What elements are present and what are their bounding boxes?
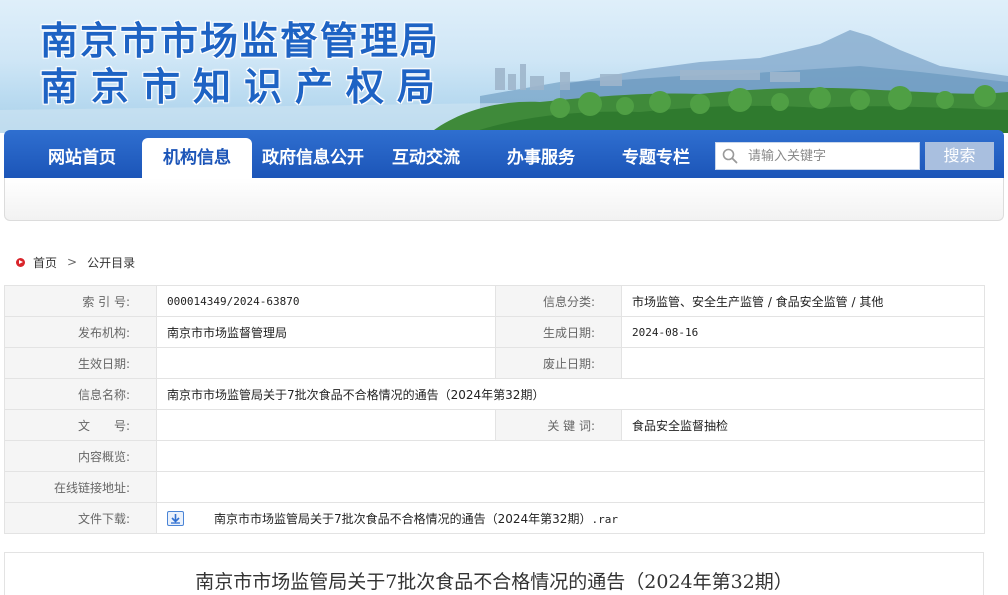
- main-navigation: 网站首页 机构信息 政府信息公开 互动交流 办事服务 专题专栏 搜索: [4, 130, 1004, 178]
- table-row: 在线链接地址:: [4, 471, 985, 503]
- info-name-value: 南京市市场监管局关于7批次食品不合格情况的通告（2024年第32期）: [156, 378, 985, 410]
- download-icon[interactable]: [167, 510, 184, 526]
- search-icon: [722, 148, 738, 164]
- file-download-extension: .rar: [591, 512, 618, 526]
- banner-title-line2: 南京市知识产权局: [40, 64, 449, 109]
- table-row: 索 引 号: 000014349/2024-63870 信息分类: 市场监管、安…: [4, 285, 985, 317]
- created-date-value: 2024-08-16: [621, 316, 985, 348]
- article-title: 南京市市场监管局关于7批次食品不合格情况的通告（2024年第32期）: [195, 571, 793, 593]
- publisher-label: 发布机构:: [4, 316, 157, 348]
- search-input[interactable]: [748, 145, 916, 167]
- table-row: 内容概览:: [4, 440, 985, 472]
- content-summary-value: [156, 440, 985, 472]
- index-number-value: 000014349/2024-63870: [156, 285, 496, 317]
- document-number-value: [156, 409, 496, 441]
- repeal-date-value: [621, 347, 985, 379]
- breadcrumb-separator: >: [67, 255, 78, 269]
- nav-item-organization[interactable]: 机构信息: [142, 138, 252, 178]
- nav-item-topics[interactable]: 专题专栏: [606, 138, 706, 178]
- online-link-value: [156, 471, 985, 503]
- table-row: 生效日期: 废止日期:: [4, 347, 985, 379]
- keywords-value: 食品安全监督抽检: [621, 409, 985, 441]
- repeal-date-label: 废止日期:: [495, 347, 622, 379]
- content-summary-label: 内容概览:: [4, 440, 157, 472]
- category-label: 信息分类:: [495, 285, 622, 317]
- file-download-link[interactable]: 南京市市场监管局关于7批次食品不合格情况的通告（2024年第32期）.rar: [214, 512, 618, 526]
- info-name-label: 信息名称:: [4, 378, 157, 410]
- effective-date-label: 生效日期:: [4, 347, 157, 379]
- search-button[interactable]: 搜索: [925, 142, 994, 170]
- file-download-cell: 南京市市场监管局关于7批次食品不合格情况的通告（2024年第32期）.rar: [156, 502, 985, 534]
- table-row: 信息名称: 南京市市场监管局关于7批次食品不合格情况的通告（2024年第32期）: [4, 378, 985, 410]
- created-date-label: 生成日期:: [495, 316, 622, 348]
- info-metadata-table: 索 引 号: 000014349/2024-63870 信息分类: 市场监管、安…: [4, 285, 985, 534]
- table-row: 发布机构: 南京市市场监督管理局 生成日期: 2024-08-16: [4, 316, 985, 348]
- article-content: 南京市市场监管局关于7批次食品不合格情况的通告（2024年第32期）: [4, 552, 984, 595]
- breadcrumb-current[interactable]: 公开目录: [87, 254, 135, 271]
- nav-item-government-info[interactable]: 政府信息公开: [254, 138, 372, 178]
- home-icon: [16, 257, 25, 267]
- index-number-label: 索 引 号:: [4, 285, 157, 317]
- sub-navigation-bar: [4, 178, 1004, 221]
- publisher-value: 南京市市场监督管理局: [156, 316, 496, 348]
- file-download-name: 南京市市场监管局关于7批次食品不合格情况的通告（2024年第32期）: [214, 511, 592, 526]
- effective-date-value: [156, 347, 496, 379]
- document-number-label: 文 号:: [4, 409, 157, 441]
- site-banner: 南京市市场监督管理局 南京市知识产权局: [0, 0, 1008, 133]
- nav-item-interaction[interactable]: 互动交流: [376, 138, 476, 178]
- online-link-label: 在线链接地址:: [4, 471, 157, 503]
- table-row: 文件下载: 南京市市场监管局关于7批次食品不合格情况的通告（2024年第32期）…: [4, 502, 985, 534]
- breadcrumb: 首页 > 公开目录: [16, 254, 135, 270]
- nav-item-services[interactable]: 办事服务: [491, 138, 591, 178]
- breadcrumb-home-link[interactable]: 首页: [33, 254, 57, 271]
- nav-item-home[interactable]: 网站首页: [22, 138, 142, 178]
- category-value: 市场监管、安全生产监管 / 食品安全监管 / 其他: [621, 285, 985, 317]
- keywords-label: 关 键 词:: [495, 409, 622, 441]
- search-box: [715, 142, 920, 170]
- file-download-label: 文件下载:: [4, 502, 157, 534]
- table-row: 文 号: 关 键 词: 食品安全监督抽检: [4, 409, 985, 441]
